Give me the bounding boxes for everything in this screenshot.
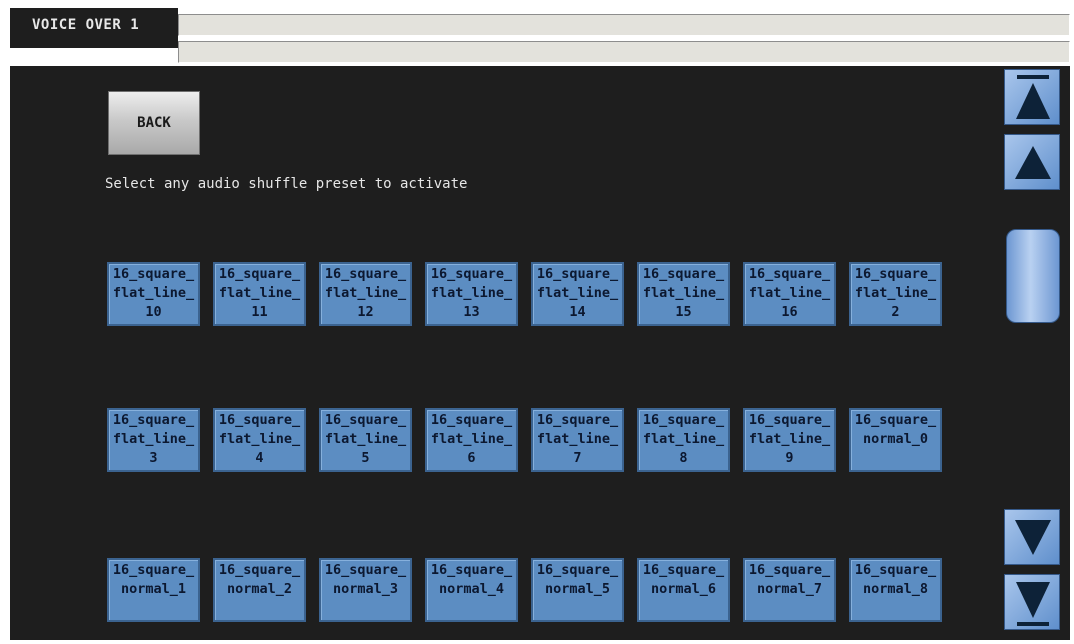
preset-button[interactable]: 16_square_normal_3: [319, 558, 412, 622]
scroll-to-top-button[interactable]: [1004, 69, 1060, 125]
triangle-down-to-bottom-icon: [1016, 582, 1050, 626]
preset-button[interactable]: 16_square_normal_2: [213, 558, 306, 622]
preset-button[interactable]: 16_square_flat_line_5: [319, 408, 412, 472]
triangle-up-icon: [1015, 146, 1051, 179]
window-title-tab: VOICE OVER 1: [10, 8, 178, 48]
preset-button[interactable]: 16_square_flat_line_13: [425, 262, 518, 326]
preset-button[interactable]: 16_square_normal_0: [849, 408, 942, 472]
preset-grid: 16_square_flat_line_10 16_square_flat_lin…: [10, 66, 1000, 640]
preset-button[interactable]: 16_square_flat_line_3: [107, 408, 200, 472]
preset-button[interactable]: 16_square_normal_1: [107, 558, 200, 622]
preset-button[interactable]: 16_square_flat_line_4: [213, 408, 306, 472]
scroll-to-bottom-button[interactable]: [1004, 574, 1060, 630]
preset-button[interactable]: 16_square_normal_4: [425, 558, 518, 622]
preset-button[interactable]: 16_square_flat_line_2: [849, 262, 942, 326]
preset-button[interactable]: 16_square_flat_line_10: [107, 262, 200, 326]
preset-button[interactable]: 16_square_flat_line_14: [531, 262, 624, 326]
preset-button[interactable]: 16_square_normal_5: [531, 558, 624, 622]
preset-button[interactable]: 16_square_flat_line_9: [743, 408, 836, 472]
window-title: VOICE OVER 1: [32, 17, 140, 33]
header-field-bottom: [178, 41, 1070, 63]
scroll-down-button[interactable]: [1004, 509, 1060, 565]
header-field-top: [178, 14, 1070, 36]
triangle-up-to-top-icon: [1016, 75, 1050, 119]
preset-button[interactable]: 16_square_normal_8: [849, 558, 942, 622]
preset-button[interactable]: 16_square_flat_line_8: [637, 408, 730, 472]
scroll-thumb[interactable]: [1006, 229, 1060, 323]
preset-button[interactable]: 16_square_flat_line_11: [213, 262, 306, 326]
scroll-up-button[interactable]: [1004, 134, 1060, 190]
preset-button[interactable]: 16_square_flat_line_15: [637, 262, 730, 326]
app-window: VOICE OVER 1 BACK Select any audio shuff…: [0, 0, 1074, 644]
preset-panel: BACK Select any audio shuffle preset to …: [10, 66, 1070, 640]
preset-button[interactable]: 16_square_normal_7: [743, 558, 836, 622]
preset-button[interactable]: 16_square_flat_line_6: [425, 408, 518, 472]
preset-button[interactable]: 16_square_normal_6: [637, 558, 730, 622]
preset-button[interactable]: 16_square_flat_line_16: [743, 262, 836, 326]
triangle-down-icon: [1015, 520, 1051, 555]
preset-button[interactable]: 16_square_flat_line_7: [531, 408, 624, 472]
preset-button[interactable]: 16_square_flat_line_12: [319, 262, 412, 326]
